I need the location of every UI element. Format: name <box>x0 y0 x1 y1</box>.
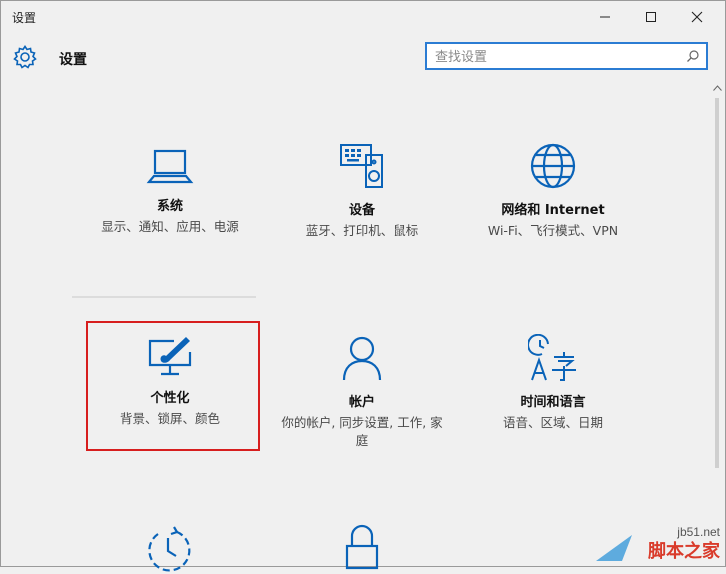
lock-icon <box>345 524 379 570</box>
title-bar: 设置 <box>0 0 726 34</box>
tile-description: 你的帐户, 同步设置, 工作, 家庭 <box>281 415 443 448</box>
watermark: jb51.net 脚本之家 <box>594 505 726 567</box>
close-button[interactable] <box>674 0 720 34</box>
laptop-icon <box>146 149 194 184</box>
maximize-icon <box>646 12 656 22</box>
globe-icon <box>530 143 576 189</box>
window-frame <box>0 0 726 567</box>
tile-devices[interactable]: 设备 蓝牙、打印机、鼠标 <box>272 142 452 240</box>
scroll-up-button[interactable] <box>709 80 726 96</box>
tile-title: 系统 <box>156 199 183 214</box>
tile-description: 语音、区域、日期 <box>502 415 603 430</box>
tile-description: 蓝牙、打印机、鼠标 <box>305 223 419 238</box>
tile-privacy[interactable] <box>272 522 452 570</box>
tile-time-language[interactable]: 时间和语言 语音、区域、日期 <box>463 334 643 432</box>
tile-description: 显示、通知、应用、电源 <box>101 219 239 234</box>
tile-network[interactable]: 网络和 Internet Wi-Fi、飞行模式、VPN <box>463 142 643 240</box>
minimize-button[interactable] <box>582 0 628 34</box>
tile-description: Wi-Fi、飞行模式、VPN <box>487 223 619 238</box>
minimize-icon <box>600 16 610 18</box>
person-icon <box>342 336 382 381</box>
devices-icon <box>340 144 383 188</box>
tile-title: 时间和语言 <box>520 395 586 410</box>
tile-accounts[interactable]: 帐户 你的帐户, 同步设置, 工作, 家庭 <box>272 334 452 450</box>
gear-icon <box>13 45 37 69</box>
time-language-icon <box>528 334 576 381</box>
highlight-frame <box>86 321 260 451</box>
maximize-button[interactable] <box>628 0 674 34</box>
scrollbar[interactable] <box>709 80 726 567</box>
chevron-up-icon <box>713 85 722 91</box>
tile-title: 网络和 Internet <box>501 203 605 218</box>
tile-system[interactable]: 系统 显示、通知、应用、电源 <box>80 142 260 236</box>
search-input[interactable] <box>433 46 682 68</box>
settings-header: 设置 <box>0 34 726 80</box>
page-title: 设置 <box>59 52 87 68</box>
window-title: 设置 <box>12 11 37 25</box>
scroll-thumb[interactable] <box>715 98 719 468</box>
tile-title: 设备 <box>348 203 375 218</box>
close-icon <box>691 11 703 23</box>
divider <box>72 296 256 298</box>
watermark-name: 脚本之家 <box>648 541 720 562</box>
search-box[interactable] <box>425 42 708 70</box>
watermark-mark-icon <box>596 535 632 561</box>
tile-title: 帐户 <box>348 395 375 410</box>
search-icon[interactable] <box>686 49 700 63</box>
